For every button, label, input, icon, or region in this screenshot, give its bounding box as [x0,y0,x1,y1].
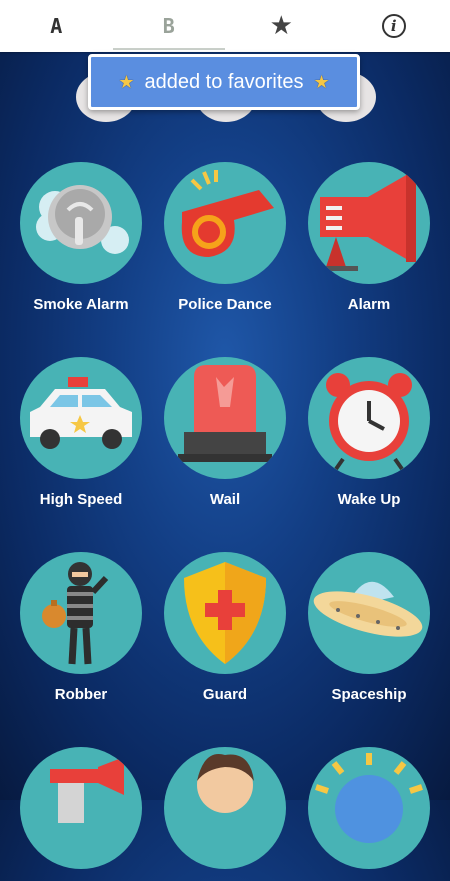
sound-item-air-horn[interactable] [11,747,151,881]
sound-item-person[interactable] [155,747,295,881]
tab-info[interactable]: i [338,0,450,52]
sound-item-robber[interactable]: Robber [11,552,151,703]
info-icon: i [381,14,406,38]
megaphone-icon [308,162,430,284]
person-icon [164,747,286,869]
air-horn-icon [20,747,142,869]
top-tab-bar: A B ★ i [0,0,450,52]
sound-label: Alarm [347,296,391,313]
sound-item-wake-up[interactable]: Wake Up [299,357,439,508]
star-icon: ★ [313,71,330,92]
sound-label: Wake Up [337,491,401,508]
ufo-icon [308,552,430,674]
sound-item-sun[interactable] [299,747,439,881]
sound-label: Smoke Alarm [33,296,129,313]
tab-favorites[interactable]: ★ [225,0,337,52]
sound-item-high-speed[interactable]: High Speed [11,357,151,508]
sound-item-smoke-alarm[interactable]: Smoke Alarm [11,162,151,313]
star-icon: ★ [269,11,293,41]
police-car-icon [20,357,142,479]
tab-a[interactable]: A [0,0,112,52]
shield-icon [164,552,286,674]
sound-item-guard[interactable]: Guard [155,552,295,703]
whistle-icon [164,162,286,284]
siren-light-icon [164,357,286,479]
letter-a-icon: A [50,14,63,38]
sound-item-spaceship[interactable]: Spaceship [299,552,439,703]
sound-item-wail[interactable]: Wail [155,357,295,508]
sound-item-alarm[interactable]: Alarm [299,162,439,313]
favorites-toast: ★ added to favorites ★ [88,54,360,110]
sound-item-police-dance[interactable]: Police Dance [155,162,295,313]
toast-text: added to favorites [144,70,304,93]
sound-label: High Speed [39,491,123,508]
sound-label: Robber [54,686,108,703]
sound-label: Spaceship [331,686,407,703]
sound-label: Guard [202,686,248,703]
robber-icon [20,552,142,674]
sound-label: Wail [209,491,241,508]
sound-label: Police Dance [178,296,272,313]
alarm-clock-icon [308,357,430,479]
smoke-detector-icon [20,162,142,284]
star-icon: ★ [118,71,135,92]
sun-icon [308,747,430,869]
tab-b[interactable]: B [112,0,225,52]
letter-b-icon: B [162,14,175,38]
